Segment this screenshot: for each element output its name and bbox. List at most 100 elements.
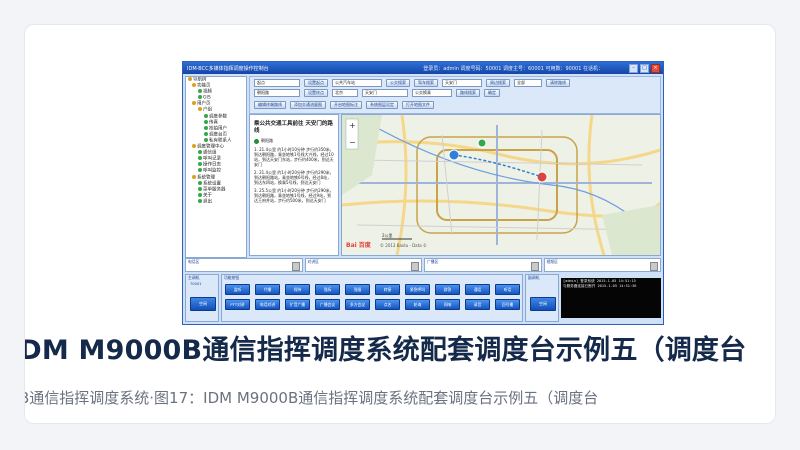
node-icon xyxy=(198,168,202,173)
polling-button[interactable]: 轮询 xyxy=(405,299,430,310)
scope-select[interactable]: 全部 xyxy=(514,79,542,87)
listen-button[interactable]: 听话 xyxy=(495,284,520,295)
map-copyright: © 2013 Baidu - Data © xyxy=(380,243,427,248)
open-map-file-button[interactable]: 打开地图文件 xyxy=(402,101,434,109)
video-panel[interactable]: 视频区 xyxy=(543,258,661,272)
roll-call-button[interactable]: 点名 xyxy=(375,299,400,310)
talk-button[interactable]: 通话 xyxy=(465,284,490,295)
maximize-icon[interactable]: □ xyxy=(640,63,649,73)
broadcast-panel[interactable]: 广播区 xyxy=(424,258,542,272)
map-mark-button[interactable]: 开启地图标注 xyxy=(330,101,362,109)
folder-icon xyxy=(192,101,196,106)
monitor-button[interactable]: 监听 xyxy=(225,284,250,295)
dispatch-controls: 主调机 70001 空闲 功能按钮 监听 代播 保持 强拆 强插 转接 紧急呼叫… xyxy=(185,274,661,322)
route-option[interactable]: 3. 25.5公里 约1小时20分钟 步行约290米，到达朝阳路，乘坐地铁1号线… xyxy=(254,188,334,203)
node-icon xyxy=(198,192,202,197)
ptt-intercom-button[interactable]: PTT对讲 xyxy=(225,299,250,310)
console-body: 导航树 功能页 视频 GIS 用户页 户组 调度参数 传真 抢拍用户 调度台页 … xyxy=(183,74,663,324)
map-toolbar: 起点 设置起点 公共汽车站 公交搜索 驾车搜索 天安门 周边搜索 全部 清除路线… xyxy=(249,76,661,114)
route-heading: 乘公共交通工具前往 天安门的路线 xyxy=(254,121,333,134)
start-pin-icon xyxy=(254,138,259,144)
edit-route-button[interactable]: 编辑终端路线 xyxy=(254,101,286,109)
map-canvas[interactable]: + − Bai 百度 © 2013 Baidu - Data © 2公里 xyxy=(342,115,660,255)
zoom-in-icon[interactable]: + xyxy=(349,121,356,130)
broadcast-icon[interactable] xyxy=(530,262,539,271)
zoom-out-icon[interactable]: − xyxy=(349,138,356,147)
node-icon xyxy=(198,95,202,100)
map-view[interactable]: + − Bai 百度 © 2013 Baidu - Data © 2公里 xyxy=(341,114,661,256)
toolbar-row-2: 朝阳路 设置终点 北京 天安门 公交换乘 路线搜索 确定 xyxy=(254,89,500,97)
transfer-button[interactable]: 转接 xyxy=(375,284,400,295)
node-icon xyxy=(198,198,202,203)
window-controls: – □ × xyxy=(629,63,660,73)
callback-button[interactable]: 回号播 xyxy=(495,299,520,310)
nearby-search-button[interactable]: 周边搜索 xyxy=(486,79,510,87)
transit-type-select[interactable]: 公交换乘 xyxy=(412,89,452,97)
set-from-button[interactable]: 设置起点 xyxy=(304,79,328,87)
set-to-button[interactable]: 设置终点 xyxy=(304,89,328,97)
toolbar-row-3: 编辑终端路线 添加交通流量图 开启地图标注 系统图层设定 打开地图文件 xyxy=(254,101,434,109)
intercom-icon[interactable] xyxy=(411,262,419,271)
phone-panel[interactable]: 电话区 xyxy=(185,258,303,272)
minimize-icon[interactable]: – xyxy=(629,63,638,73)
speaker-broadcast-button[interactable]: 扩音广播 xyxy=(285,299,310,310)
node-icon xyxy=(198,186,202,191)
intercom-panel[interactable]: 对讲区 xyxy=(304,258,422,272)
hold-button[interactable]: 保持 xyxy=(285,284,310,295)
function-buttons-panel: 功能按钮 监听 代播 保持 强拆 强插 转接 紧急呼叫 群答 通话 听话 PTT… xyxy=(221,274,523,322)
name-select[interactable]: 朝阳路 xyxy=(254,89,300,97)
route-option[interactable]: 2. 21.4公里 约1小时20分钟 步行约290米，到达朝阳路站，乘坐地铁6号… xyxy=(254,170,334,185)
node-icon xyxy=(198,162,202,167)
bus-search-button[interactable]: 公交搜索 xyxy=(386,79,410,87)
record-button[interactable]: 录音 xyxy=(465,299,490,310)
node-icon xyxy=(198,180,202,185)
route-search-button[interactable]: 路线搜索 xyxy=(456,89,480,97)
content-card: IDM-BCC多媒体指挥调度操作控制台 登录员：admin 调度号码：50001… xyxy=(24,24,776,424)
clear-route-button[interactable]: 清除路线 xyxy=(546,79,570,87)
route-option[interactable]: 1. 21.4公里 约1小时10分钟 步行约350米，到达朝阳路，乘坐地铁1号线… xyxy=(254,147,334,167)
event-log: [admin] 登录系统 2015-1-05 14:51:15 与服务器连接已断… xyxy=(561,278,661,318)
toolbar-row-1: 起点 设置起点 公共汽车站 公交搜索 驾车搜索 天安门 周边搜索 全部 清除路线 xyxy=(254,79,570,87)
map-scale: 2公里 xyxy=(382,232,393,238)
sub-idle-button[interactable]: 空闲 xyxy=(530,297,556,311)
log-line: 与服务器连接已断开 2015-1-05 14:51:36 xyxy=(563,284,637,288)
ok-button[interactable]: 确定 xyxy=(484,89,500,97)
node-icon xyxy=(204,125,208,130)
window-status-info: 登录员：admin 调度号码：50001 调度主号：60001 可用数：9000… xyxy=(423,65,603,72)
drive-search-button[interactable]: 驾车搜索 xyxy=(414,79,438,87)
broadcast-meeting-button[interactable]: 广播会议 xyxy=(315,299,340,310)
card-caption: B通信指挥调度系统·图17：IDM M9000B通信指挥调度系统配套调度台示例五… xyxy=(24,389,599,407)
emergency-call-button[interactable]: 紧急呼叫 xyxy=(405,284,430,295)
navigation-tree: 导航树 功能页 视频 GIS 用户页 户组 调度参数 传真 抢拍用户 调度台页 … xyxy=(185,76,247,258)
from-select[interactable]: 起点 xyxy=(254,79,300,87)
phone-icon[interactable] xyxy=(291,262,300,271)
layer-settings-button[interactable]: 系统图层设定 xyxy=(366,101,398,109)
city-select[interactable]: 北京 xyxy=(332,89,358,97)
main-handset-panel: 主调机 70001 空闲 xyxy=(185,274,219,322)
multiparty-meeting-button[interactable]: 多方会议 xyxy=(345,299,370,310)
add-traffic-button[interactable]: 添加交通流量图 xyxy=(290,101,326,109)
to-select[interactable]: 天安门 xyxy=(442,79,482,87)
node-icon xyxy=(204,113,208,118)
main-idle-button[interactable]: 空闲 xyxy=(190,297,216,311)
window-title-bar: IDM-BCC多媒体指挥调度操作控制台 登录员：admin 调度号码：50001… xyxy=(183,62,663,74)
folder-icon xyxy=(198,107,202,112)
map-poi-marker[interactable] xyxy=(477,138,487,148)
force-release-button[interactable]: 强拆 xyxy=(315,284,340,295)
force-insert-button[interactable]: 强插 xyxy=(345,284,370,295)
route-start: 朝阳路 xyxy=(254,138,334,144)
relay-button[interactable]: 代播 xyxy=(255,284,280,295)
group-answer-button[interactable]: 群答 xyxy=(435,284,460,295)
route-panel: 乘公共交通工具前往 天安门的路线 朝阳路 1. 21.4公里 约1小时10分钟 … xyxy=(249,114,339,256)
mode-select[interactable]: 公共汽车站 xyxy=(332,79,382,87)
card-title[interactable]: IDM M9000B通信指挥调度系统配套调度台示例五（调度台 xyxy=(25,331,746,371)
simultaneous-ring-button[interactable]: 同响 xyxy=(435,299,460,310)
close-icon[interactable]: × xyxy=(651,63,660,73)
tree-item[interactable]: 退出 xyxy=(186,198,246,205)
node-icon xyxy=(198,150,202,155)
node-icon xyxy=(204,131,208,136)
phone-intercom-button[interactable]: 电话对讲 xyxy=(255,299,280,310)
video-icon[interactable] xyxy=(650,262,658,271)
dispatch-console-screenshot: IDM-BCC多媒体指挥调度操作控制台 登录员：admin 调度号码：50001… xyxy=(182,61,664,325)
dest-select[interactable]: 天安门 xyxy=(362,89,408,97)
